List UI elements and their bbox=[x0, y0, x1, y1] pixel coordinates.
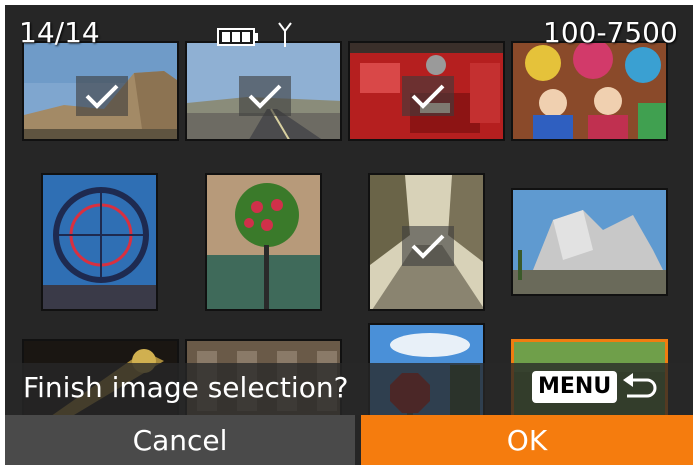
folder-file-number: 100-7500 bbox=[543, 16, 678, 49]
checkmark-icon bbox=[411, 234, 445, 259]
checkmark-icon bbox=[248, 84, 282, 109]
thumbnail-3[interactable] bbox=[348, 41, 505, 141]
selected-check-3 bbox=[402, 76, 454, 116]
selected-check-2 bbox=[239, 76, 291, 116]
antenna-icon bbox=[277, 21, 293, 53]
thumbnail-1[interactable] bbox=[22, 41, 179, 141]
thumbnail-6-image bbox=[207, 175, 320, 309]
image-counter: 14/14 bbox=[19, 16, 100, 49]
thumbnail-5[interactable] bbox=[41, 173, 158, 311]
ok-button[interactable]: OK bbox=[361, 415, 693, 465]
selected-check-7 bbox=[402, 226, 454, 266]
thumbnail-8[interactable] bbox=[511, 188, 668, 296]
battery-icon bbox=[217, 27, 261, 51]
thumbnail-4[interactable] bbox=[511, 41, 668, 141]
return-arrow-icon bbox=[623, 373, 657, 398]
thumbnail-7[interactable] bbox=[368, 173, 485, 311]
camera-screen: 14/14 100-7500 Finish image selection? M… bbox=[5, 5, 693, 465]
cancel-button[interactable]: Cancel bbox=[5, 415, 355, 465]
thumbnail-6[interactable] bbox=[205, 173, 322, 311]
thumbnail-8-image bbox=[513, 190, 666, 294]
menu-button-label: MENU bbox=[532, 371, 618, 403]
finish-selection-prompt: Finish image selection? bbox=[23, 371, 349, 404]
selected-check-1 bbox=[76, 76, 128, 116]
checkmark-icon bbox=[85, 84, 119, 109]
checkmark-icon bbox=[411, 84, 445, 109]
thumbnail-4-image bbox=[513, 43, 666, 139]
menu-back-hint[interactable]: MENU bbox=[532, 371, 661, 403]
thumbnail-5-image bbox=[43, 175, 156, 309]
thumbnail-2[interactable] bbox=[185, 41, 342, 141]
